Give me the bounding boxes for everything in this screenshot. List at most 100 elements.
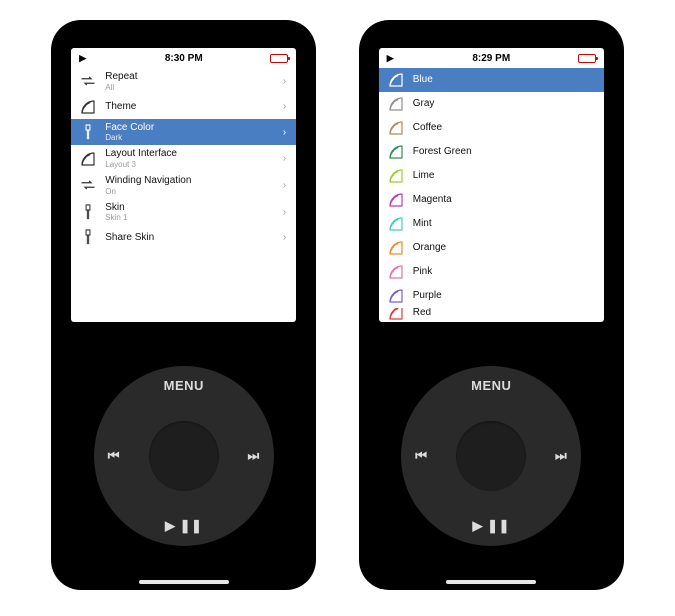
color-fan-icon <box>387 119 405 137</box>
row-labels: Orange <box>413 242 594 254</box>
wheel-select-button[interactable] <box>149 421 219 491</box>
wheel-prev-button[interactable]: ⏮ <box>415 448 427 464</box>
row-labels: Forest Green <box>413 146 594 158</box>
brush-icon <box>79 228 97 246</box>
row-labels: Winding NavigationOn <box>105 175 283 196</box>
row-label: Face Color <box>105 122 283 134</box>
color-label: Red <box>413 308 594 318</box>
row-sublabel: Skin 1 <box>105 213 283 222</box>
settings-row[interactable]: Layout InterfaceLayout 3› <box>71 145 296 172</box>
battery-icon <box>578 54 596 63</box>
nowplaying-icon: ▶ <box>79 53 86 64</box>
row-sublabel: Dark <box>105 133 283 142</box>
color-label: Mint <box>413 218 594 230</box>
row-labels: Layout InterfaceLayout 3 <box>105 148 283 169</box>
row-label: Repeat <box>105 71 283 83</box>
color-row[interactable]: Forest Green <box>379 140 604 164</box>
color-label: Forest Green <box>413 146 594 158</box>
chevron-right-icon: › <box>283 180 286 191</box>
color-fan-icon <box>387 308 405 320</box>
color-row[interactable]: Purple <box>379 284 604 308</box>
screen-right: ▶ 8:29 PM BlueGrayCoffeeForest GreenLime… <box>379 48 604 322</box>
repeat-icon <box>79 176 97 194</box>
chevron-right-icon: › <box>283 101 286 112</box>
color-fan-icon <box>387 143 405 161</box>
row-labels: Pink <box>413 266 594 278</box>
chevron-right-icon: › <box>283 127 286 138</box>
color-label: Lime <box>413 170 594 182</box>
row-label: Layout Interface <box>105 148 283 160</box>
wheel-menu-button[interactable]: MENU <box>164 378 204 393</box>
color-row[interactable]: Red <box>379 308 604 320</box>
chevron-right-icon: › <box>283 153 286 164</box>
row-labels: Magenta <box>413 194 594 206</box>
clickwheel[interactable]: MENU ⏮ ⏭ ▶ ❚❚ <box>401 366 581 546</box>
row-labels: RepeatAll <box>105 71 283 92</box>
color-row[interactable]: Blue <box>379 68 604 92</box>
device-right: ▶ 8:29 PM BlueGrayCoffeeForest GreenLime… <box>359 20 624 590</box>
color-row[interactable]: Lime <box>379 164 604 188</box>
color-row[interactable]: Pink <box>379 260 604 284</box>
row-labels: Mint <box>413 218 594 230</box>
color-fan-icon <box>387 95 405 113</box>
wheel-playpause-button[interactable]: ▶ ❚❚ <box>165 518 202 534</box>
brush-icon <box>79 203 97 221</box>
color-label: Purple <box>413 290 594 302</box>
color-list: Blue Gray Coffee Forest Green Lime Magenta Min… <box>379 68 604 322</box>
row-label: Share Skin <box>105 232 283 244</box>
row-labels: Face ColorDark <box>105 122 283 143</box>
row-labels: Red <box>413 308 594 318</box>
wheel-playpause-button[interactable]: ▶ ❚❚ <box>473 518 510 534</box>
row-labels: Blue <box>413 74 594 86</box>
settings-row[interactable]: Winding NavigationOn› <box>71 172 296 199</box>
wheel-next-button[interactable]: ⏭ <box>248 448 260 464</box>
clickwheel-area: MENU ⏮ ⏭ ▶ ❚❚ <box>51 322 316 590</box>
color-row[interactable]: Magenta <box>379 188 604 212</box>
color-label: Pink <box>413 266 594 278</box>
color-fan-icon <box>387 263 405 281</box>
row-labels: Coffee <box>413 122 594 134</box>
color-row[interactable]: Gray <box>379 92 604 116</box>
row-labels: SkinSkin 1 <box>105 202 283 223</box>
row-label: Winding Navigation <box>105 175 283 187</box>
row-sublabel: All <box>105 83 283 92</box>
wheel-next-button[interactable]: ⏭ <box>555 448 567 464</box>
color-row[interactable]: Orange <box>379 236 604 260</box>
color-label: Coffee <box>413 122 594 134</box>
wheel-select-button[interactable] <box>456 421 526 491</box>
color-label: Magenta <box>413 194 594 206</box>
chevron-right-icon: › <box>283 232 286 243</box>
color-label: Gray <box>413 98 594 110</box>
repeat-icon <box>79 72 97 90</box>
clickwheel[interactable]: MENU ⏮ ⏭ ▶ ❚❚ <box>94 366 274 546</box>
settings-row[interactable]: Face ColorDark› <box>71 119 296 146</box>
brush-icon <box>79 123 97 141</box>
status-time: 8:30 PM <box>165 53 203 64</box>
clickwheel-area: MENU ⏮ ⏭ ▶ ❚❚ <box>359 322 624 590</box>
color-row[interactable]: Mint <box>379 212 604 236</box>
settings-list: RepeatAll›Theme›Face ColorDark›Layout In… <box>71 68 296 322</box>
statusbar: ▶ 8:30 PM <box>71 48 296 68</box>
row-labels: Theme <box>105 101 283 113</box>
wheel-menu-button[interactable]: MENU <box>471 378 511 393</box>
home-indicator <box>139 580 229 584</box>
wheel-prev-button[interactable]: ⏮ <box>108 448 120 464</box>
settings-row[interactable]: RepeatAll› <box>71 68 296 95</box>
row-sublabel: Layout 3 <box>105 160 283 169</box>
fan-icon <box>79 98 97 116</box>
device-left: ▶ 8:30 PM RepeatAll›Theme›Face ColorDark… <box>51 20 316 590</box>
row-labels: Share Skin <box>105 232 283 244</box>
screen-left: ▶ 8:30 PM RepeatAll›Theme›Face ColorDark… <box>71 48 296 322</box>
color-row[interactable]: Coffee <box>379 116 604 140</box>
color-fan-icon <box>387 191 405 209</box>
row-labels: Lime <box>413 170 594 182</box>
row-labels: Purple <box>413 290 594 302</box>
settings-row[interactable]: SkinSkin 1› <box>71 199 296 226</box>
status-time: 8:29 PM <box>472 53 510 64</box>
chevron-right-icon: › <box>283 76 286 87</box>
color-fan-icon <box>387 71 405 89</box>
settings-row[interactable]: Share Skin› <box>71 225 296 249</box>
color-label: Orange <box>413 242 594 254</box>
row-label: Theme <box>105 101 283 113</box>
settings-row[interactable]: Theme› <box>71 95 296 119</box>
